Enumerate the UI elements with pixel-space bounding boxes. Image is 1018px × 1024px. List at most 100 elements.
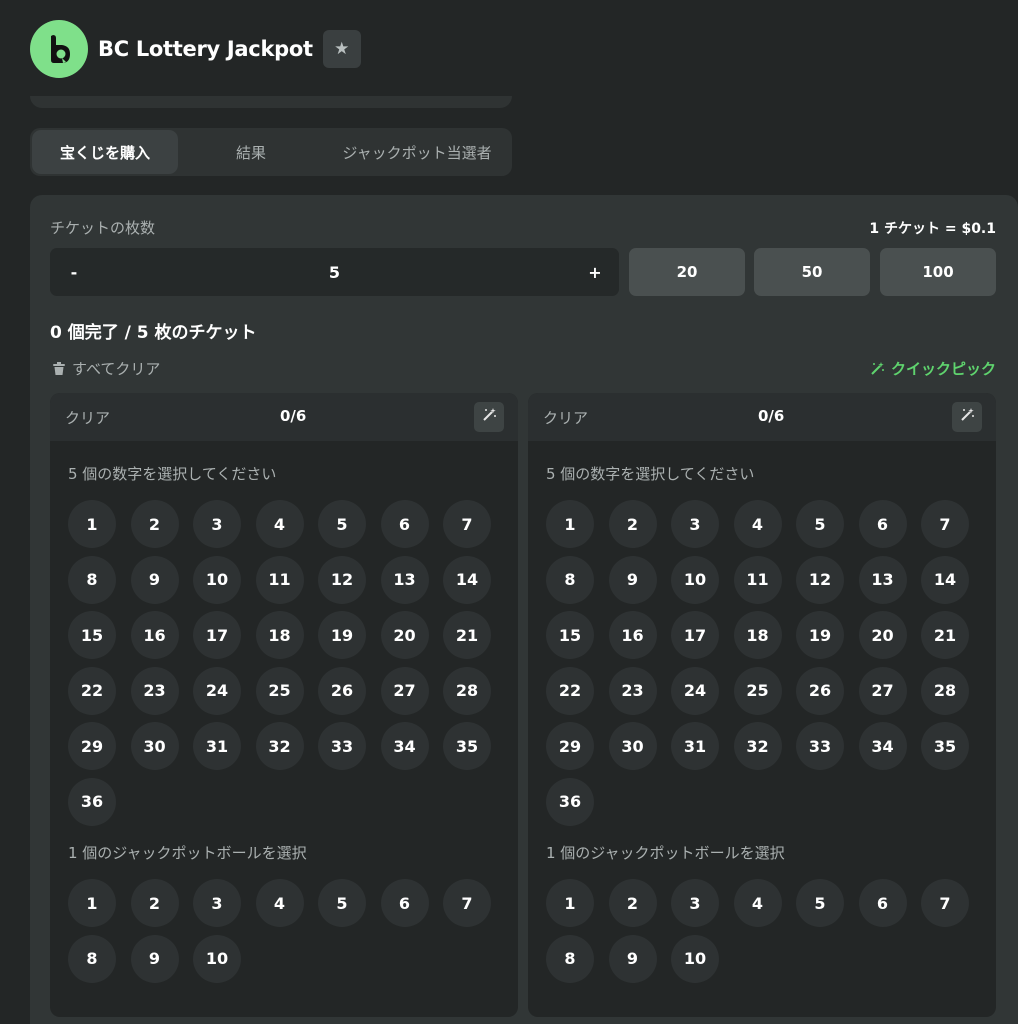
number-ball[interactable]: 12 xyxy=(796,555,844,604)
number-ball[interactable]: 34 xyxy=(380,722,429,770)
number-ball[interactable]: 5 xyxy=(318,500,366,548)
number-ball[interactable]: 26 xyxy=(318,666,366,715)
tab-jackpot-winners[interactable]: ジャックポット当選者 xyxy=(324,130,510,174)
number-ball[interactable]: 20 xyxy=(380,611,429,659)
jackpot-ball[interactable]: 10 xyxy=(671,934,719,983)
number-ball[interactable]: 5 xyxy=(796,500,844,548)
number-ball[interactable]: 29 xyxy=(68,722,116,770)
tab-buy-lottery[interactable]: 宝くじを購入 xyxy=(32,130,178,174)
number-ball[interactable]: 15 xyxy=(68,611,116,659)
number-ball[interactable]: 8 xyxy=(68,555,116,604)
preset-20-button[interactable]: 20 xyxy=(629,248,745,296)
jackpot-ball[interactable]: 1 xyxy=(546,879,594,927)
jackpot-ball[interactable]: 2 xyxy=(608,879,657,927)
number-ball[interactable]: 17 xyxy=(671,611,719,659)
number-ball[interactable]: 26 xyxy=(796,666,844,715)
number-ball[interactable]: 28 xyxy=(921,666,969,715)
number-ball[interactable]: 30 xyxy=(130,722,179,770)
number-ball[interactable]: 32 xyxy=(733,722,782,770)
number-ball[interactable]: 14 xyxy=(443,555,491,604)
number-ball[interactable]: 34 xyxy=(858,722,907,770)
number-ball[interactable]: 6 xyxy=(858,500,907,548)
number-ball[interactable]: 10 xyxy=(671,555,719,604)
number-ball[interactable]: 19 xyxy=(318,611,366,659)
quick-pick-button[interactable]: クイックピック xyxy=(869,358,996,379)
number-ball[interactable]: 12 xyxy=(318,555,366,604)
number-ball[interactable]: 16 xyxy=(608,611,657,659)
jackpot-ball[interactable]: 9 xyxy=(608,934,657,983)
favorite-button[interactable]: ★ xyxy=(322,30,361,68)
number-ball[interactable]: 27 xyxy=(380,666,429,715)
number-ball[interactable]: 9 xyxy=(608,555,657,604)
ticket-clear-button[interactable]: クリア xyxy=(543,407,588,428)
jackpot-ball[interactable]: 6 xyxy=(858,879,907,927)
number-ball[interactable]: 30 xyxy=(608,722,657,770)
number-ball[interactable]: 21 xyxy=(921,611,969,659)
number-ball[interactable]: 3 xyxy=(671,500,719,548)
number-ball[interactable]: 11 xyxy=(733,555,782,604)
jackpot-ball[interactable]: 7 xyxy=(921,879,969,927)
number-ball[interactable]: 18 xyxy=(733,611,782,659)
number-ball[interactable]: 25 xyxy=(255,666,304,715)
decrement-button[interactable]: - xyxy=(50,248,98,296)
clear-all-button[interactable]: すべてクリア xyxy=(52,358,160,379)
number-ball[interactable]: 7 xyxy=(443,500,491,548)
number-ball[interactable]: 18 xyxy=(255,611,304,659)
number-ball[interactable]: 31 xyxy=(671,722,719,770)
number-ball[interactable]: 25 xyxy=(733,666,782,715)
jackpot-ball[interactable]: 5 xyxy=(318,879,366,927)
number-ball[interactable]: 23 xyxy=(130,666,179,715)
jackpot-ball[interactable]: 4 xyxy=(733,879,782,927)
number-ball[interactable]: 13 xyxy=(858,555,907,604)
number-ball[interactable]: 22 xyxy=(546,666,594,715)
jackpot-ball[interactable]: 8 xyxy=(68,934,116,983)
number-ball[interactable]: 22 xyxy=(68,666,116,715)
number-ball[interactable]: 24 xyxy=(671,666,719,715)
number-ball[interactable]: 33 xyxy=(318,722,366,770)
jackpot-ball[interactable]: 8 xyxy=(546,934,594,983)
preset-50-button[interactable]: 50 xyxy=(754,248,870,296)
number-ball[interactable]: 29 xyxy=(546,722,594,770)
number-ball[interactable]: 35 xyxy=(921,722,969,770)
jackpot-ball[interactable]: 10 xyxy=(193,934,241,983)
number-ball[interactable]: 35 xyxy=(443,722,491,770)
jackpot-ball[interactable]: 6 xyxy=(380,879,429,927)
number-ball[interactable]: 19 xyxy=(796,611,844,659)
number-ball[interactable]: 1 xyxy=(546,500,594,548)
number-ball[interactable]: 23 xyxy=(608,666,657,715)
increment-button[interactable]: + xyxy=(571,248,619,296)
number-ball[interactable]: 1 xyxy=(68,500,116,548)
number-ball[interactable]: 13 xyxy=(380,555,429,604)
jackpot-ball[interactable]: 9 xyxy=(130,934,179,983)
jackpot-ball[interactable]: 7 xyxy=(443,879,491,927)
number-ball[interactable]: 21 xyxy=(443,611,491,659)
number-ball[interactable]: 33 xyxy=(796,722,844,770)
number-ball[interactable]: 36 xyxy=(546,777,594,826)
jackpot-ball[interactable]: 1 xyxy=(68,879,116,927)
tab-results[interactable]: 結果 xyxy=(178,130,324,174)
ticket-quick-pick-button[interactable] xyxy=(952,402,982,432)
number-ball[interactable]: 15 xyxy=(546,611,594,659)
number-ball[interactable]: 31 xyxy=(193,722,241,770)
number-ball[interactable]: 14 xyxy=(921,555,969,604)
number-ball[interactable]: 4 xyxy=(733,500,782,548)
quantity-value[interactable]: 5 xyxy=(98,263,571,282)
number-ball[interactable]: 24 xyxy=(193,666,241,715)
ticket-quick-pick-button[interactable] xyxy=(474,402,504,432)
jackpot-ball[interactable]: 3 xyxy=(193,879,241,927)
number-ball[interactable]: 36 xyxy=(68,777,116,826)
number-ball[interactable]: 4 xyxy=(255,500,304,548)
jackpot-ball[interactable]: 4 xyxy=(255,879,304,927)
number-ball[interactable]: 11 xyxy=(255,555,304,604)
number-ball[interactable]: 17 xyxy=(193,611,241,659)
number-ball[interactable]: 9 xyxy=(130,555,179,604)
ticket-clear-button[interactable]: クリア xyxy=(65,407,110,428)
number-ball[interactable]: 28 xyxy=(443,666,491,715)
number-ball[interactable]: 6 xyxy=(380,500,429,548)
number-ball[interactable]: 8 xyxy=(546,555,594,604)
jackpot-ball[interactable]: 5 xyxy=(796,879,844,927)
jackpot-ball[interactable]: 2 xyxy=(130,879,179,927)
number-ball[interactable]: 27 xyxy=(858,666,907,715)
number-ball[interactable]: 3 xyxy=(193,500,241,548)
number-ball[interactable]: 2 xyxy=(608,500,657,548)
